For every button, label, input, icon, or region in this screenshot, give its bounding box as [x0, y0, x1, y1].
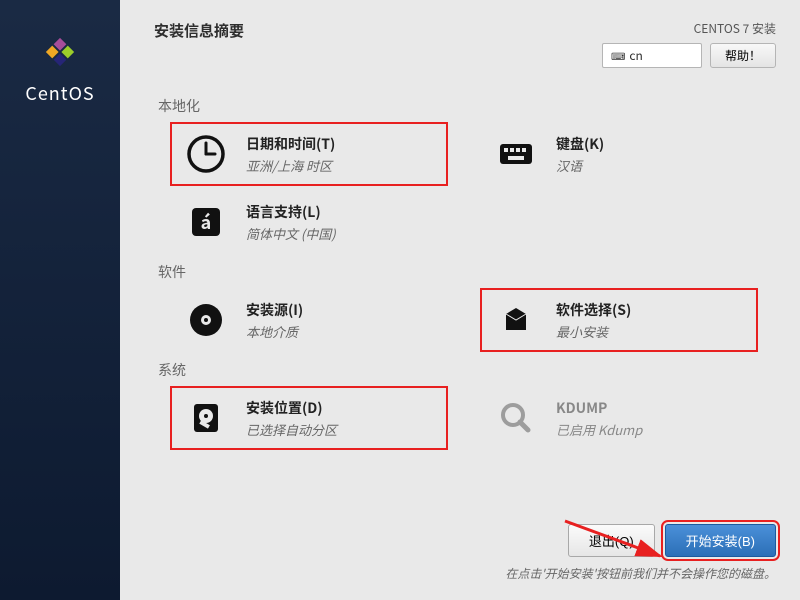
spoke-label: 日期和时间(T): [246, 134, 335, 154]
spoke-label: 软件选择(S): [556, 300, 631, 320]
spoke-status: 已选择自动分区: [246, 420, 337, 439]
spoke-status: 亚洲/上海 时区: [246, 156, 335, 175]
lang-indicator-text: cn: [629, 47, 642, 64]
spoke-status: 本地介质: [246, 322, 303, 341]
spoke-language-support[interactable]: á 语言支持(L) 简体中文 (中国): [174, 194, 444, 250]
section-title-system: 系统: [158, 360, 776, 380]
spoke-keyboard[interactable]: 键盘(K) 汉语: [484, 126, 754, 182]
spoke-installation-destination[interactable]: 安装位置(D) 已选择自动分区: [174, 390, 444, 446]
section-title-localization: 本地化: [158, 96, 776, 116]
hard-drive-icon: [184, 396, 228, 440]
package-icon: [494, 298, 538, 342]
spoke-installation-source[interactable]: 安装源(I) 本地介质: [174, 292, 444, 348]
keyboard-icon: ⌨: [611, 48, 625, 63]
spoke-label: 键盘(K): [556, 134, 604, 154]
magnifier-icon: [494, 396, 538, 440]
centos-logo-icon: [38, 30, 82, 74]
brand-text: CentOS: [25, 80, 94, 106]
top-bar: 安装信息摘要 CENTOS 7 安装 ⌨ cn 帮助！: [144, 20, 776, 68]
spoke-label: 安装位置(D): [246, 398, 337, 418]
spoke-status: 已启用 Kdump: [556, 420, 642, 439]
begin-installation-button[interactable]: 开始安装(B): [665, 524, 776, 557]
keyboard-layout-indicator[interactable]: ⌨ cn: [602, 43, 702, 68]
help-button[interactable]: 帮助！: [710, 43, 776, 68]
page-title: 安装信息摘要: [144, 20, 244, 41]
svg-text:á: á: [201, 209, 212, 235]
quit-button[interactable]: 退出(Q): [568, 524, 655, 557]
header-right: CENTOS 7 安装 ⌨ cn 帮助！: [602, 20, 776, 68]
left-sidebar: CentOS: [0, 0, 120, 600]
disc-icon: [184, 298, 228, 342]
footer-bar: 退出(Q) 开始安装(B) 在点击'开始安装'按钮前我们并不会操作您的磁盘。: [505, 524, 776, 582]
footer-hint: 在点击'开始安装'按钮前我们并不会操作您的磁盘。: [505, 565, 776, 582]
spoke-status: 最小安装: [556, 322, 631, 341]
spoke-status: 简体中文 (中国): [246, 224, 336, 243]
section-title-software: 软件: [158, 262, 776, 282]
spoke-status: 汉语: [556, 156, 604, 175]
spoke-label: KDUMP: [556, 398, 642, 418]
spoke-kdump[interactable]: KDUMP 已启用 Kdump: [484, 390, 754, 446]
spoke-label: 语言支持(L): [246, 202, 336, 222]
spoke-date-time[interactable]: 日期和时间(T) 亚洲/上海 时区: [174, 126, 444, 182]
clock-icon: [184, 132, 228, 176]
main-panel: 安装信息摘要 CENTOS 7 安装 ⌨ cn 帮助！ 本地化 日期和时间(T)…: [120, 0, 800, 600]
language-icon: á: [184, 200, 228, 244]
spoke-software-selection[interactable]: 软件选择(S) 最小安装: [484, 292, 754, 348]
product-subtitle: CENTOS 7 安装: [602, 20, 776, 37]
spoke-label: 安装源(I): [246, 300, 303, 320]
keyboard-large-icon: [494, 132, 538, 176]
